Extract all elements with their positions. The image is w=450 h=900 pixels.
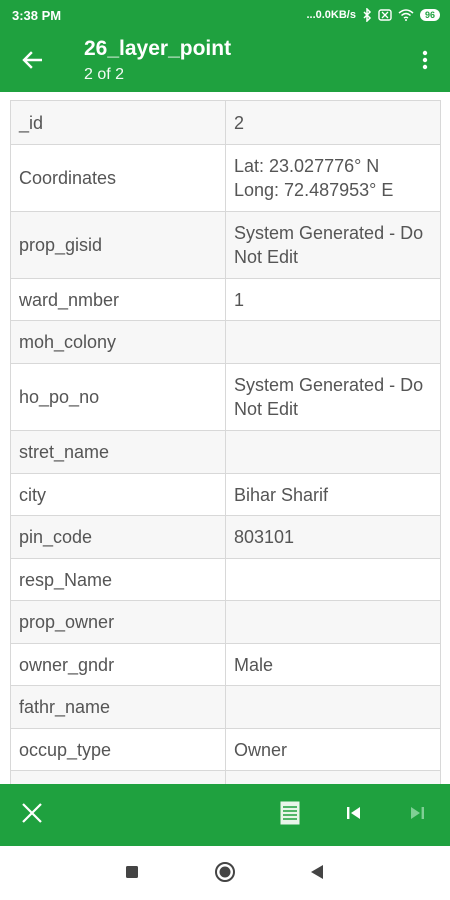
table-row: fathr_name xyxy=(10,685,441,729)
system-nav-bar xyxy=(0,846,450,900)
skip-next-icon xyxy=(409,806,425,825)
mute-icon xyxy=(378,9,392,21)
attribute-key: _id xyxy=(10,100,226,145)
attribute-value xyxy=(225,320,441,364)
status-icons: ...0.0KB/s 96 xyxy=(306,8,440,22)
attribute-value: System Generated - Do Not Edit xyxy=(225,211,441,279)
more-vert-icon xyxy=(422,50,428,75)
table-row: ho_po_no System Generated - Do Not Edit xyxy=(10,363,441,431)
attribute-value: 803101 xyxy=(225,515,441,559)
table-row: occup_type Owner xyxy=(10,728,441,771)
attribute-value: 1 xyxy=(225,278,441,321)
network-speed: ...0.0KB/s xyxy=(306,9,356,21)
attribute-key: prop_owner xyxy=(10,600,226,644)
attribute-key: occup_type xyxy=(10,728,226,771)
status-time: 3:38 PM xyxy=(12,7,62,23)
attribute-key: pin_code xyxy=(10,515,226,559)
table-row: stret_name xyxy=(10,430,441,474)
home-button[interactable] xyxy=(211,860,239,888)
first-record-button[interactable] xyxy=(335,796,373,834)
table-row: Coordinates Lat: 23.027776° N Long: 72.4… xyxy=(10,144,441,212)
back-nav-button[interactable] xyxy=(303,860,331,888)
attribute-value xyxy=(225,770,441,784)
attribute-key: moh_colony xyxy=(10,320,226,364)
back-button[interactable] xyxy=(14,44,50,80)
square-icon xyxy=(125,865,139,884)
table-row: prop_owner xyxy=(10,600,441,644)
attribute-value: System Generated - Do Not Edit xyxy=(225,363,441,431)
recents-button[interactable] xyxy=(118,860,146,888)
wifi-icon xyxy=(398,9,414,21)
arrow-back-icon xyxy=(22,50,43,74)
attribute-value: Owner xyxy=(225,728,441,771)
table-row: moh_colony xyxy=(10,320,441,364)
bluetooth-icon xyxy=(362,8,372,22)
attribute-key: resp_Name xyxy=(10,558,226,601)
attribute-key: prop_gisid xyxy=(10,211,226,279)
table-icon xyxy=(280,801,300,830)
home-circle-icon xyxy=(214,861,236,888)
triangle-back-icon xyxy=(310,864,324,885)
attribute-value: Lat: 23.027776° N Long: 72.487953° E xyxy=(225,144,441,212)
attribute-table: _id 2 Coordinates Lat: 23.027776° N Long… xyxy=(10,100,441,784)
attribute-value: Male xyxy=(225,643,441,686)
overflow-menu-button[interactable] xyxy=(412,46,438,78)
table-row: pin_code 803101 xyxy=(10,515,441,559)
record-counter: 2 of 2 xyxy=(84,66,125,83)
table-row: resp_Name xyxy=(10,558,441,601)
attribute-value xyxy=(225,430,441,474)
attribute-value xyxy=(225,558,441,601)
table-row xyxy=(10,770,441,784)
close-icon xyxy=(21,802,43,829)
last-record-button[interactable] xyxy=(398,796,436,834)
battery-indicator: 96 xyxy=(419,9,440,21)
bottom-action-bar xyxy=(0,784,450,846)
table-row: ward_nmber 1 xyxy=(10,278,441,321)
table-row: _id 2 xyxy=(10,100,441,145)
page-title: 26_layer_point xyxy=(84,37,232,60)
table-row: city Bihar Sharif xyxy=(10,473,441,516)
table-row: prop_gisid System Generated - Do Not Edi… xyxy=(10,211,441,279)
table-row: owner_gndr Male xyxy=(10,643,441,686)
skip-previous-icon xyxy=(346,806,362,825)
attribute-key: fathr_name xyxy=(10,685,226,729)
attribute-value xyxy=(225,600,441,644)
status-bar: 3:38 PM ...0.0KB/s 96 xyxy=(0,0,450,30)
table-view-button[interactable] xyxy=(271,796,309,834)
attribute-key: ho_po_no xyxy=(10,363,226,431)
attribute-value: Bihar Sharif xyxy=(225,473,441,516)
attribute-key: stret_name xyxy=(10,430,226,474)
attribute-key: ward_nmber xyxy=(10,278,226,321)
attribute-key: owner_gndr xyxy=(10,643,226,686)
attribute-key: Coordinates xyxy=(10,144,226,212)
attribute-value xyxy=(225,685,441,729)
attribute-key: city xyxy=(10,473,226,516)
close-button[interactable] xyxy=(13,796,51,834)
attribute-key xyxy=(10,770,226,784)
attribute-table-container[interactable]: _id 2 Coordinates Lat: 23.027776° N Long… xyxy=(0,92,450,784)
app-bar: 26_layer_point 2 of 2 xyxy=(0,30,450,92)
attribute-value: 2 xyxy=(225,100,441,145)
